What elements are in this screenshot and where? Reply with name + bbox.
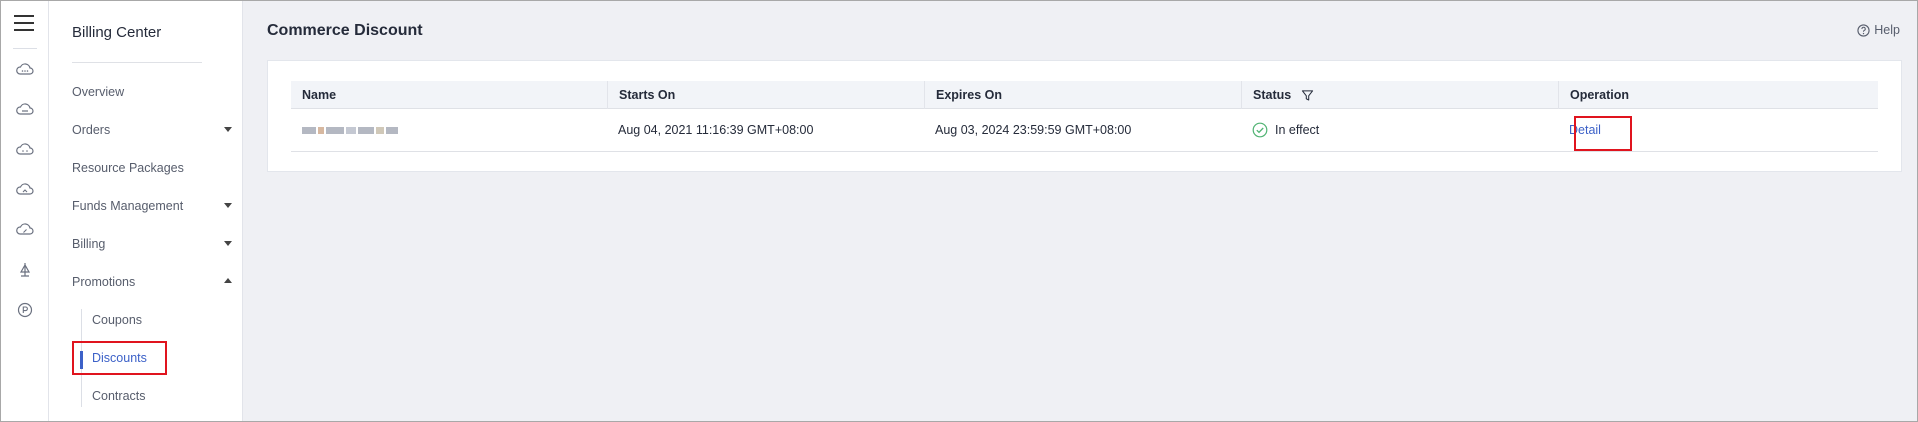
column-header-label: Expires On: [936, 88, 1002, 102]
sidebar-item-promotions[interactable]: Promotions: [72, 271, 232, 293]
help-link[interactable]: Help: [1857, 23, 1900, 37]
cell-name: [291, 109, 607, 151]
column-header-name: Name: [291, 81, 607, 109]
sidebar-title: Billing Center: [72, 24, 162, 41]
promotion-icon[interactable]: [15, 300, 35, 320]
highlight-box-detail: [1574, 116, 1632, 151]
sidebar-item-overview[interactable]: Overview: [72, 81, 232, 103]
sidebar-item-label: Funds Management: [72, 199, 184, 213]
column-header-starts-on: Starts On: [607, 81, 924, 109]
sidebar-item-label: Orders: [72, 123, 111, 137]
cloud-icon[interactable]: [15, 180, 35, 200]
sidebar-item-billing[interactable]: Billing: [72, 233, 232, 255]
column-header-label: Operation: [1570, 88, 1630, 102]
sidebar-divider: [72, 62, 202, 63]
cloud-icon[interactable]: [15, 220, 35, 240]
sidebar-item-label: Billing: [72, 237, 106, 251]
icon-rail: [1, 1, 49, 421]
status-text: In effect: [1275, 123, 1320, 137]
chevron-down-icon: [224, 127, 232, 132]
cloud-icon[interactable]: [15, 60, 35, 80]
chevron-up-icon: [224, 278, 232, 283]
sidebar-item-label: Resource Packages: [72, 161, 184, 175]
page-title: Commerce Discount: [267, 22, 423, 39]
discount-card: Name Starts On Expires On Status Operati…: [267, 60, 1902, 172]
chevron-down-icon: [224, 203, 232, 208]
check-circle-icon: [1252, 122, 1268, 138]
highlight-box-discounts: [72, 341, 167, 375]
cell-status: In effect: [1241, 109, 1558, 151]
app-window: Billing Center Overview Orders Resource …: [0, 0, 1918, 422]
column-header-label: Name: [302, 88, 337, 102]
expires-on-value: Aug 03, 2024 23:59:59 GMT+08:00: [935, 123, 1132, 137]
sidebar-subitem-coupons[interactable]: Coupons: [92, 309, 142, 331]
help-label: Help: [1874, 23, 1900, 37]
sidebar-item-label: Overview: [72, 85, 125, 99]
filter-icon[interactable]: [1301, 89, 1314, 102]
balance-icon[interactable]: [15, 260, 35, 280]
main-content: Commerce Discount Help Name Starts On Ex…: [244, 1, 1917, 421]
menu-icon[interactable]: [14, 15, 34, 33]
discount-table: Name Starts On Expires On Status Operati…: [291, 81, 1878, 152]
column-header-operation: Operation: [1558, 81, 1878, 109]
column-header-status: Status: [1241, 81, 1558, 109]
rail-divider: [13, 48, 37, 49]
cell-expires-on: Aug 03, 2024 23:59:59 GMT+08:00: [924, 109, 1241, 151]
sidebar-item-orders[interactable]: Orders: [72, 119, 232, 141]
redacted-name: [302, 127, 398, 135]
table-row: Aug 04, 2021 11:16:39 GMT+08:00 Aug 03, …: [291, 109, 1878, 152]
sidebar-item-funds-management[interactable]: Funds Management: [72, 195, 232, 217]
sidebar-item-label: Promotions: [72, 275, 136, 289]
starts-on-value: Aug 04, 2021 11:16:39 GMT+08:00: [618, 123, 814, 137]
cloud-icon[interactable]: [15, 140, 35, 160]
column-header-label: Starts On: [619, 88, 676, 102]
sidebar-item-label: Coupons: [92, 313, 143, 327]
sidebar-item-resource-packages[interactable]: Resource Packages: [72, 157, 232, 179]
table-header: Name Starts On Expires On Status Operati…: [291, 81, 1878, 109]
sidebar-item-label: Contracts: [92, 389, 146, 403]
billing-sidebar: Billing Center Overview Orders Resource …: [49, 1, 243, 421]
cloud-icon[interactable]: [15, 100, 35, 120]
chevron-down-icon: [224, 241, 232, 246]
column-header-expires-on: Expires On: [924, 81, 1241, 109]
help-icon: [1857, 23, 1870, 37]
column-header-label: Status: [1253, 88, 1292, 102]
cell-starts-on: Aug 04, 2021 11:16:39 GMT+08:00: [607, 109, 924, 151]
sidebar-subitem-contracts[interactable]: Contracts: [92, 385, 146, 407]
